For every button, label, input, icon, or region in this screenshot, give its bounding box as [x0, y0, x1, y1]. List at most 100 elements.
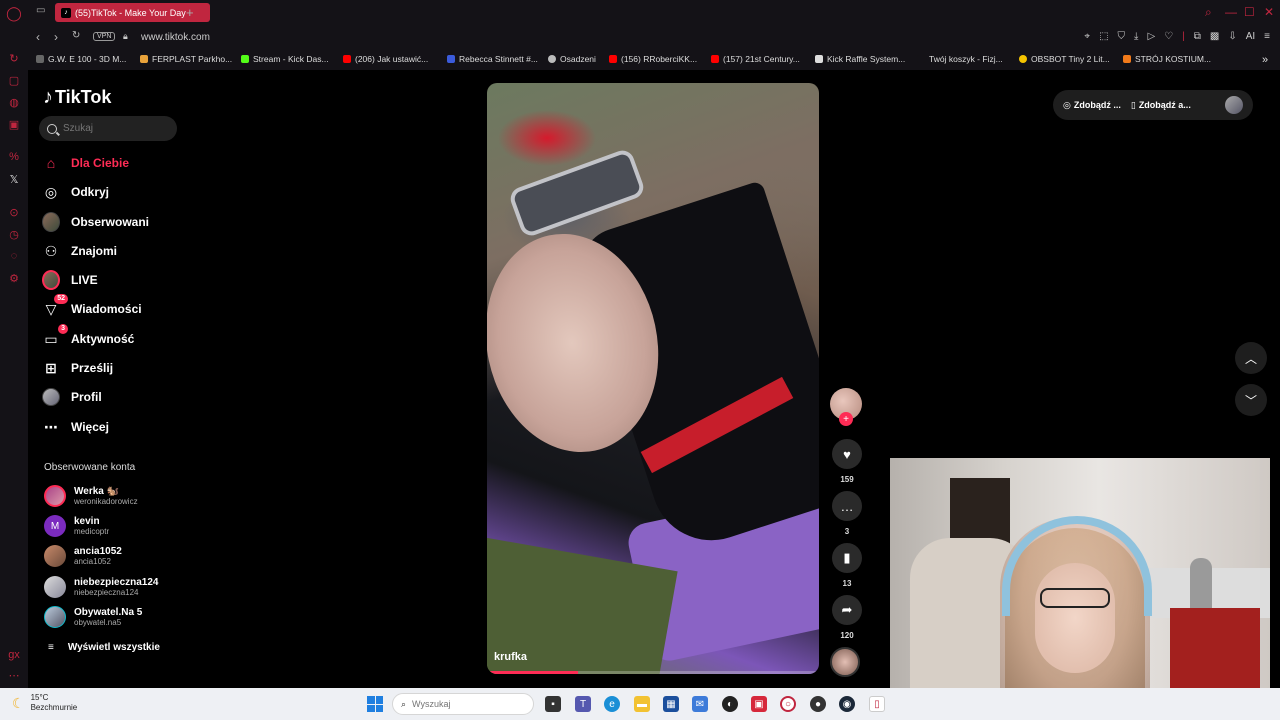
- teams-icon[interactable]: T: [575, 696, 591, 712]
- opera-logo-icon[interactable]: ◯: [6, 5, 22, 21]
- edge-icon[interactable]: e: [604, 696, 620, 712]
- search-bar[interactable]: [39, 116, 177, 141]
- creator-avatar-button[interactable]: +: [830, 388, 862, 426]
- task-view-icon[interactable]: ▪: [545, 696, 561, 712]
- back-button[interactable]: ‹: [36, 30, 40, 44]
- sidebar-icon[interactable]: ↻: [7, 51, 21, 65]
- home-icon: ⌂: [46, 155, 56, 171]
- sidebar-icon[interactable]: ▢: [7, 73, 21, 87]
- sidebar-icon[interactable]: ⊙: [7, 205, 21, 219]
- bookmark[interactable]: (157) 21st Century...: [711, 54, 800, 64]
- download-icon[interactable]: ⇩: [1228, 31, 1236, 42]
- app-icon[interactable]: ▣: [751, 696, 767, 712]
- store-icon[interactable]: ▦: [663, 696, 679, 712]
- bookmark[interactable]: OBSBOT Tiny 2 Lit...: [1019, 54, 1110, 64]
- app-icon[interactable]: ✉: [692, 696, 708, 712]
- profile-icon[interactable]: ▩: [1210, 31, 1219, 42]
- minimize-button[interactable]: —: [1225, 5, 1237, 19]
- get-app-button[interactable]: ▯ Zdobądź a...: [1131, 100, 1191, 111]
- share-button[interactable]: ➦ 120: [831, 595, 863, 640]
- shield-icon[interactable]: ⛉: [1118, 31, 1126, 42]
- start-button[interactable]: [367, 696, 383, 712]
- following-account[interactable]: ancia1052 ancia1052: [44, 543, 122, 569]
- follow-plus-icon[interactable]: +: [839, 412, 853, 426]
- nav-live[interactable]: LIVE: [42, 269, 98, 291]
- taskbar-search-input[interactable]: [412, 699, 513, 709]
- settings-icon[interactable]: ⚙: [7, 271, 21, 285]
- new-tab-button[interactable]: +: [186, 5, 194, 20]
- lock-icon[interactable]: 🔒︎: [123, 31, 128, 42]
- url-field[interactable]: www.tiktok.com: [141, 32, 210, 43]
- snapshot-icon[interactable]: ⬚: [1099, 31, 1108, 42]
- nav-following[interactable]: Obserwowani: [42, 211, 149, 233]
- following-account[interactable]: Werka 🐿️ weronikadorowicz: [44, 483, 138, 509]
- next-video-button[interactable]: ﹀: [1235, 384, 1267, 416]
- heart-icon[interactable]: ♡: [1164, 31, 1173, 42]
- more-icon[interactable]: ⋯: [7, 668, 21, 682]
- forward-button[interactable]: ›: [54, 30, 58, 44]
- download-icon[interactable]: ⤓: [1134, 31, 1138, 42]
- bookmark[interactable]: (206) Jak ustawić...: [343, 54, 428, 64]
- explorer-icon[interactable]: ▬: [634, 696, 650, 712]
- bookmark[interactable]: Osadzeni: [548, 54, 596, 64]
- music-disc-icon[interactable]: [830, 647, 860, 677]
- app-icon[interactable]: ▯: [869, 696, 885, 712]
- taskbar-search[interactable]: ⌕: [392, 693, 534, 715]
- bookmark[interactable]: FERPLAST Parkho...: [140, 54, 232, 64]
- bookmark[interactable]: Twój koszyk - Fizj...: [917, 54, 1003, 64]
- save-button[interactable]: ▮ 13: [831, 543, 863, 588]
- history-icon[interactable]: ◷: [7, 227, 21, 241]
- nav-messages[interactable]: ▽ 52 Wiadomości: [42, 294, 142, 320]
- messenger-icon[interactable]: ◍: [7, 95, 21, 109]
- pin-icon[interactable]: ⌖: [1084, 31, 1090, 42]
- comment-button[interactable]: … 3: [831, 491, 863, 536]
- bookmark[interactable]: Kick Raffle System...: [815, 54, 905, 64]
- menu-icon[interactable]: ≡: [1264, 31, 1270, 42]
- sidebar-icon[interactable]: ◌: [7, 249, 21, 263]
- search-input[interactable]: [63, 123, 173, 134]
- reload-button[interactable]: ↻: [72, 30, 80, 41]
- extensions-icon[interactable]: ⧉: [1194, 31, 1201, 42]
- search-tabs-icon[interactable]: ⌕: [1205, 5, 1212, 20]
- more-bookmarks-icon[interactable]: »: [1262, 54, 1268, 66]
- bookmark[interactable]: STRÓJ KOSTIUM...: [1123, 54, 1211, 64]
- nav-upload[interactable]: ⊞ Prześlij: [42, 357, 113, 379]
- app-icon[interactable]: ●: [810, 696, 826, 712]
- nav-explore[interactable]: ◎ Odkryj: [42, 181, 109, 203]
- vpn-badge[interactable]: VPN: [93, 32, 116, 41]
- video-author[interactable]: krufka: [494, 651, 527, 663]
- following-account[interactable]: niebezpieczna124 niebezpieczna124: [44, 574, 158, 600]
- video-player[interactable]: krufka: [487, 83, 819, 674]
- ai-label[interactable]: AI: [1246, 31, 1255, 42]
- tab-menu-icon[interactable]: ▭: [36, 5, 45, 16]
- maximize-button[interactable]: ☐: [1244, 5, 1255, 19]
- nav-for-you[interactable]: ⌂ Dla Ciebie: [42, 152, 129, 174]
- x-icon[interactable]: 𝕏: [7, 172, 21, 186]
- weather-widget[interactable]: ☾ 15°C Bezchmurnie: [12, 693, 77, 713]
- bookmark[interactable]: (156) RRoberciKK...: [609, 54, 697, 64]
- app-icon[interactable]: ◐: [722, 696, 738, 712]
- steam-icon[interactable]: ◉: [839, 696, 855, 712]
- get-coins-button[interactable]: ◎ Zdobądź ...: [1063, 100, 1121, 111]
- like-button[interactable]: ♥ 159: [831, 439, 863, 484]
- bookmark[interactable]: Rebecca Stinnett #...: [447, 54, 538, 64]
- following-account[interactable]: Obywatel.Na 5 obywatel.na5: [44, 604, 142, 630]
- user-avatar[interactable]: [1225, 96, 1243, 114]
- bookmark[interactable]: Stream - Kick Das...: [241, 54, 329, 64]
- previous-video-button[interactable]: ︿: [1235, 342, 1267, 374]
- nav-profile[interactable]: Profil: [42, 386, 102, 408]
- close-button[interactable]: ✕: [1264, 5, 1274, 19]
- opera-gx-icon[interactable]: ○: [780, 696, 796, 712]
- nav-activity[interactable]: ▭ 3 Aktywność: [42, 324, 134, 350]
- play-icon[interactable]: ▷: [1147, 31, 1155, 42]
- sidebar-icon[interactable]: gx: [7, 648, 21, 662]
- sidebar-icon[interactable]: ▣: [7, 117, 21, 131]
- nav-more[interactable]: ⋯ Więcej: [42, 416, 109, 438]
- following-account[interactable]: M kevin medicoptr: [44, 513, 109, 539]
- tiktok-logo[interactable]: ♪ TikTok: [43, 86, 111, 109]
- nav-friends[interactable]: ⚇ Znajomi: [42, 240, 117, 262]
- video-progress-bar[interactable]: [490, 671, 816, 674]
- sidebar-icon[interactable]: %: [7, 150, 21, 164]
- see-all-button[interactable]: ≡ Wyświetl wszystkie: [48, 642, 160, 653]
- bookmark[interactable]: G.W. E 100 - 3D M...: [36, 54, 126, 64]
